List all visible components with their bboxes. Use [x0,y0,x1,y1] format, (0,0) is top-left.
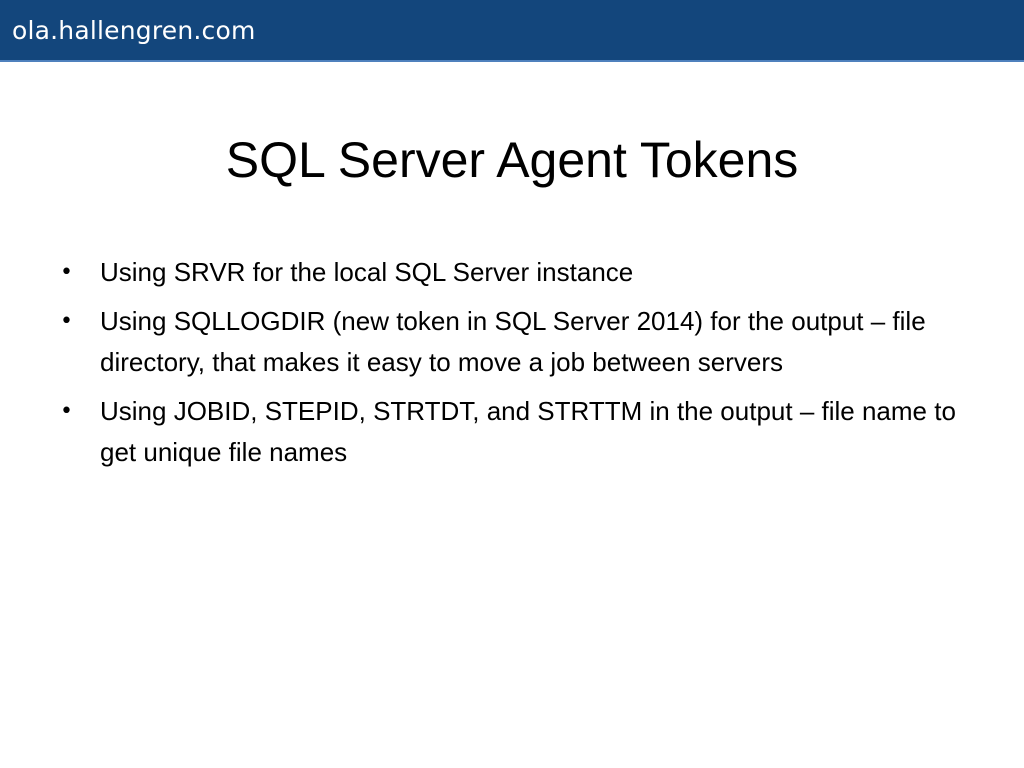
bullet-item: • Using SQLLOGDIR (new token in SQL Serv… [60,301,960,383]
bullet-dot-icon: • [60,260,73,285]
header-bar: ola.hallengren.com [0,0,1024,62]
slide-title: SQL Server Agent Tokens [225,132,799,188]
bullet-text: Using SQLLOGDIR (new token in SQL Server… [100,306,926,377]
bullet-dot-icon: • [60,399,73,424]
bullet-item: • Using JOBID, STEPID, STRTDT, and STRTT… [60,391,960,473]
bullet-text: Using JOBID, STEPID, STRTDT, and STRTTM … [100,396,956,467]
bullet-list: • Using SRVR for the local SQL Server in… [60,252,960,481]
slide: ola.hallengren.com SQL Server Agent Toke… [0,0,1024,768]
bullet-text: Using SRVR for the local SQL Server inst… [100,257,634,287]
site-name: ola.hallengren.com [12,16,256,45]
bullet-dot-icon: • [60,309,73,334]
bullet-item: • Using SRVR for the local SQL Server in… [60,252,960,293]
